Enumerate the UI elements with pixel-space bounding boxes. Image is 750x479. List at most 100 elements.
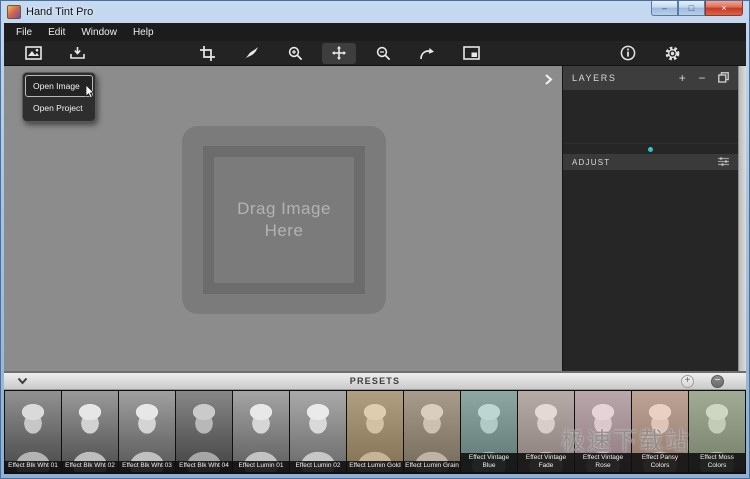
preset-thumbnail[interactable]: Effect Vintage Blue [461,391,517,472]
preset-thumbnail[interactable]: Effect Lumin Grain [404,391,460,472]
minimize-button[interactable]: – [651,1,678,16]
zoom-out-tool-button[interactable] [366,43,400,64]
workspace: Drag Image Here LAYERS + − [4,66,746,371]
preset-thumbnail[interactable]: Effect Blk Wht 01 [5,391,61,472]
panel-indicator-dot [648,147,653,152]
open-image-label: Open Image [33,81,80,91]
preset-label: Effect Blk Wht 03 [119,461,175,472]
adjust-options-icon[interactable] [718,156,729,168]
brush-tool-button[interactable] [234,43,268,64]
preset-label: Effect Lumin Grain [404,461,460,472]
preset-thumbnail[interactable]: Effect Lumin 01 [233,391,289,472]
add-layer-icon[interactable]: + [679,72,688,84]
preset-thumbnail[interactable]: Effect Moss Colors [689,391,745,472]
chevron-down-icon[interactable] [17,377,28,385]
place-image-icon [463,46,480,60]
menu-item[interactable]: Window [75,27,127,38]
app-window: Hand Tint Pro – □ × File Edit Window Hel… [0,0,750,479]
preset-tint-overlay [176,391,232,472]
preset-tint-overlay [119,391,175,472]
preset-thumbnail[interactable]: Effect Blk Wht 02 [62,391,118,472]
preset-strip: Effect Blk Wht 01 Effect Blk Wht 02 Effe… [4,390,746,474]
preset-label: Effect Vintage Fade [518,453,574,472]
duplicate-layer-icon[interactable] [718,72,729,85]
open-image-tool-button[interactable] [16,43,50,64]
info-icon [620,45,636,61]
close-button[interactable]: × [705,1,743,16]
app-icon [7,5,21,19]
menu-item[interactable]: Help [127,27,164,38]
preset-thumbnail[interactable]: Effect Blk Wht 04 [176,391,232,472]
preset-tint-overlay [347,391,403,472]
zoom-out-icon [376,46,391,61]
right-panel: LAYERS + − ADJUST [562,66,738,371]
move-tool-button[interactable] [322,43,356,64]
adjust-title: ADJUST [572,158,610,167]
preset-tint-overlay [5,391,61,472]
brush-icon [243,46,259,60]
move-icon [331,45,347,61]
preset-tint-overlay [290,391,346,472]
preset-thumbnail[interactable]: Effect Vintage Rose [575,391,631,472]
preset-tint-overlay [404,391,460,472]
redo-tool-button[interactable] [410,43,444,64]
menu-item[interactable]: File [10,27,42,38]
file-open-menu: Open Image Open Project [22,72,96,122]
preset-label: Effect Vintage Blue [461,453,517,472]
drop-zone[interactable]: Drag Image Here [182,126,386,314]
menu-item[interactable]: Edit [42,27,75,38]
preset-thumbnail[interactable]: Effect Vintage Fade [518,391,574,472]
app-body: File Edit Window Help [4,23,746,474]
open-image-icon [25,46,42,60]
menu-item-open-image[interactable]: Open Image [25,75,93,97]
place-image-tool-button[interactable] [454,43,488,64]
preset-label: Effect Blk Wht 04 [176,461,232,472]
preset-label: Effect Blk Wht 02 [62,461,118,472]
menu-bar: File Edit Window Help [4,23,746,41]
settings-button[interactable] [655,43,689,64]
vertical-scrollbar[interactable] [738,66,746,371]
layers-title: LAYERS [572,73,616,83]
toolbar [4,41,746,66]
crop-tool-button[interactable] [190,43,224,64]
window-title: Hand Tint Pro [26,6,93,18]
preset-tint-overlay [62,391,118,472]
preset-thumbnail[interactable]: Effect Lumin 02 [290,391,346,472]
zoom-in-icon [288,46,303,61]
import-tool-button[interactable] [60,43,94,64]
preset-label: Effect Vintage Rose [575,453,631,472]
redo-icon [419,47,435,60]
preset-thumbnail[interactable]: Effect Pansy Colors [632,391,688,472]
preset-label: Effect Lumin Gold [347,461,403,472]
presets-title: PRESETS [4,376,746,386]
drop-zone-border: Drag Image Here [203,146,365,294]
preset-label: Effect Lumin 01 [233,461,289,472]
panel-divider [563,144,738,154]
drop-hint-text: Drag Image Here [228,198,340,243]
menu-item-open-project[interactable]: Open Project [25,97,93,119]
maximize-button[interactable]: □ [678,1,705,16]
adjust-header: ADJUST [563,154,738,170]
presets-bar: PRESETS + − [4,371,746,390]
adjust-panel-body [563,170,738,371]
remove-layer-icon[interactable]: − [698,72,707,84]
import-icon [69,46,86,60]
preset-thumbnail[interactable]: Effect Blk Wht 03 [119,391,175,472]
add-preset-button[interactable]: + [681,375,694,388]
chevron-right-icon[interactable] [541,71,555,87]
titlebar[interactable]: Hand Tint Pro – □ × [1,1,749,23]
preset-label: Effect Blk Wht 01 [5,461,61,472]
preset-label: Effect Moss Colors [689,453,745,472]
preset-thumbnail[interactable]: Effect Lumin Gold [347,391,403,472]
layers-header: LAYERS + − [563,66,738,90]
layers-list[interactable] [563,90,738,144]
remove-preset-button[interactable]: − [711,375,724,388]
crop-icon [200,46,215,61]
zoom-in-tool-button[interactable] [278,43,312,64]
gear-icon [664,45,681,62]
preset-label: Effect Lumin 02 [290,461,346,472]
preset-label: Effect Pansy Colors [632,453,688,472]
open-project-label: Open Project [33,103,83,113]
info-button[interactable] [611,43,645,64]
preset-tint-overlay [233,391,289,472]
